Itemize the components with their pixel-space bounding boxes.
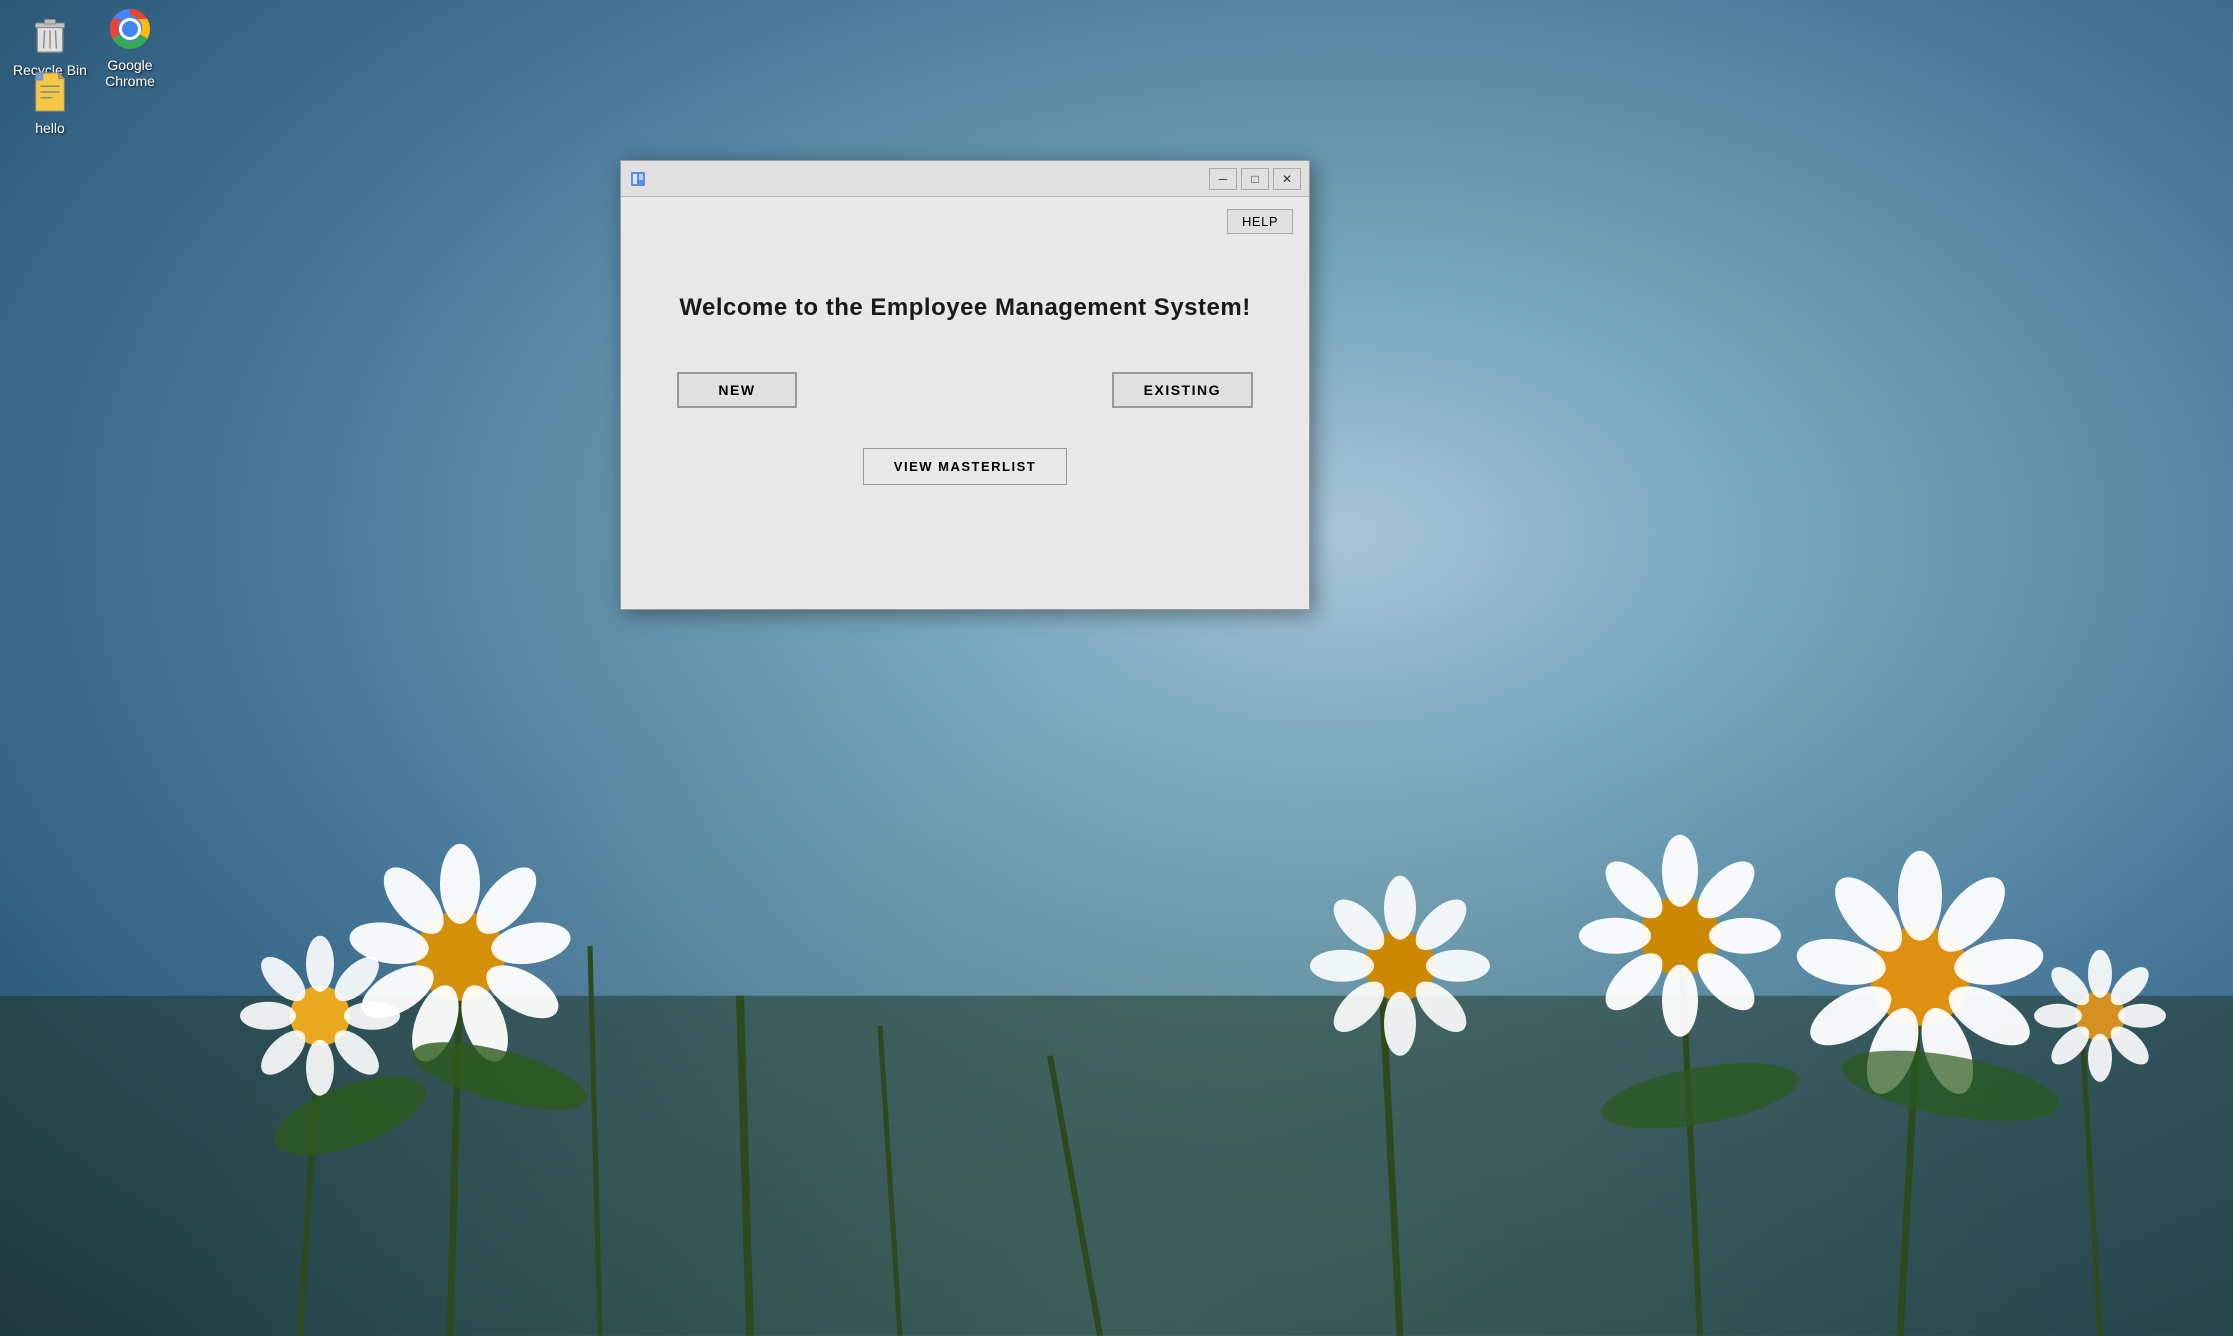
google-chrome-label: Google Chrome [90, 57, 170, 89]
flower-decoration [0, 601, 2233, 1336]
recycle-bin-image [26, 10, 74, 58]
title-bar-controls: ─ □ ✕ [1209, 168, 1301, 190]
maximize-button[interactable]: □ [1241, 168, 1269, 190]
welcome-area: Welcome to the Employee Management Syste… [637, 234, 1293, 593]
app-window-icon [629, 170, 647, 188]
existing-button[interactable]: EXISTING [1112, 372, 1253, 408]
hello-file-label: hello [35, 120, 65, 136]
google-chrome-icon[interactable]: Google Chrome [90, 5, 170, 89]
welcome-title: Welcome to the Employee Management Syste… [679, 294, 1250, 322]
app-window: ─ □ ✕ HELP Welcome to the Employee Manag… [620, 160, 1310, 610]
minimize-button[interactable]: ─ [1209, 168, 1237, 190]
help-row: HELP [637, 209, 1293, 234]
google-chrome-image [106, 5, 154, 53]
close-button[interactable]: ✕ [1273, 168, 1301, 190]
view-masterlist-row: VIEW MASTERLIST [637, 448, 1293, 485]
title-bar-left [629, 170, 647, 188]
view-masterlist-button[interactable]: VIEW MASTERLIST [863, 448, 1067, 485]
main-buttons: NEW EXISTING [637, 372, 1293, 408]
hello-file-icon[interactable]: hello [10, 68, 90, 136]
hello-file-image [26, 68, 74, 116]
window-content: HELP Welcome to the Employee Management … [621, 197, 1309, 609]
title-bar: ─ □ ✕ [621, 161, 1309, 197]
new-button[interactable]: NEW [677, 372, 797, 408]
help-button[interactable]: HELP [1227, 209, 1293, 234]
